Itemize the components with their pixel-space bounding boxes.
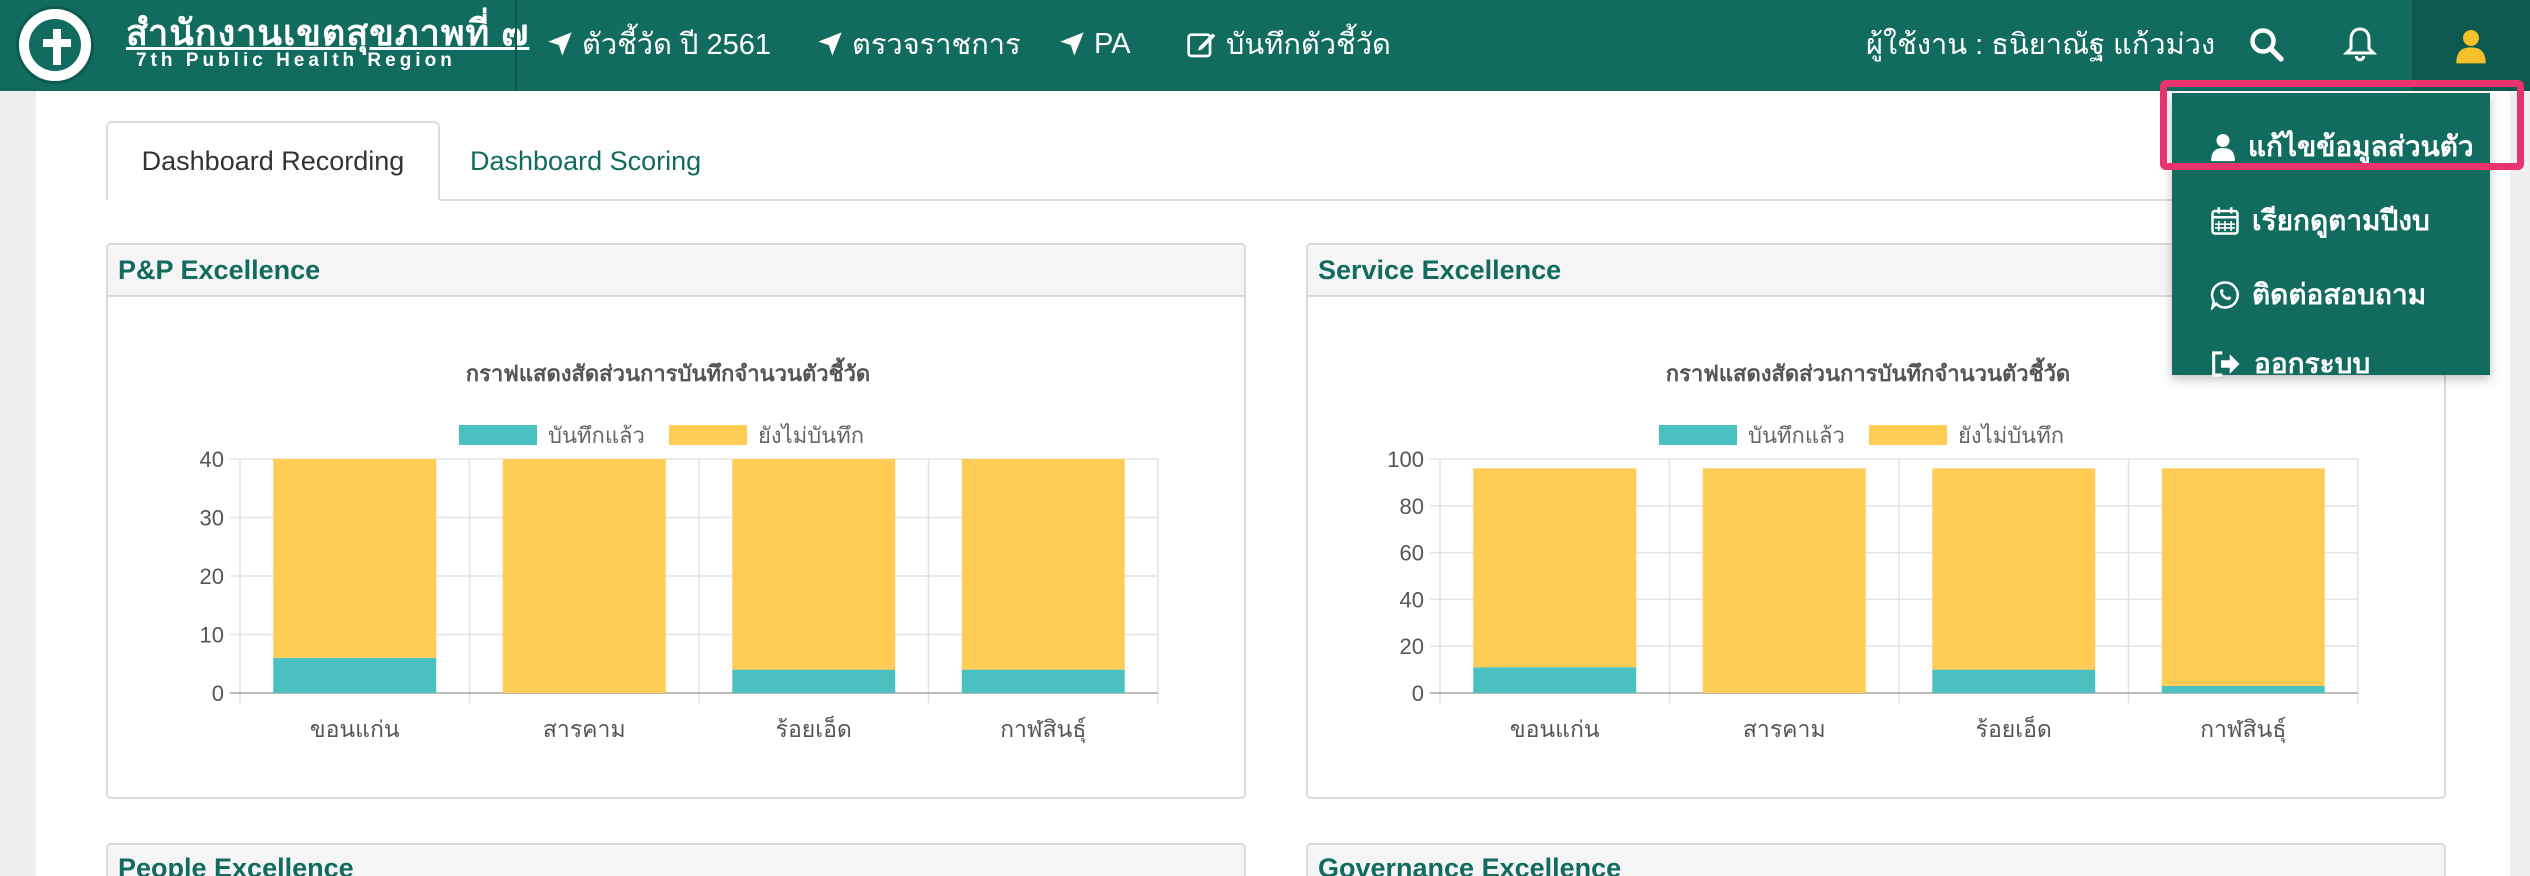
y-tick-label: 0 [1412,681,1424,706]
search-icon [2250,28,2284,62]
bar-segment[interactable] [2161,468,2325,686]
bar-segment[interactable] [502,459,666,693]
y-tick-label: 0 [212,681,224,706]
x-tick-label: สารคาม [543,716,626,742]
legend-swatch[interactable] [1867,423,1949,447]
menu-item-contact[interactable]: ติดต่อสอบถาม [2172,265,2490,325]
x-tick-label: กาฬสินธุ์ [1000,716,1086,743]
bar-segment[interactable] [2161,685,2325,693]
pp-recording-chart: กราฟแสดงสัดส่วนการบันทึกจำนวนตัวชี้วัดบั… [200,357,1159,743]
current-user-label: ผู้ใช้งาน : ธนิยาณัฐ แก้วม่วง [1866,29,2216,61]
y-tick-label: 100 [1387,447,1424,472]
brand-logo[interactable]: สำนักงานเขตสุขภาพที่ ๗ 7th Public Health… [0,0,528,91]
governance-excellence-panel: Governance Excellence [1306,843,2446,876]
bar-segment[interactable] [1473,468,1637,668]
top-navbar: สำนักงานเขตสุขภาพที่ ๗ 7th Public Health… [0,0,2530,91]
nav-item-label: ตัวชี้วัด ปี 2561 [582,29,771,61]
bar-segment[interactable] [1932,669,2096,693]
y-tick-label: 30 [200,506,224,531]
nav-item-indicators[interactable]: ตัวชี้วัด ปี 2561 [546,22,771,66]
y-tick-label: 60 [1400,541,1424,566]
user-menu-button[interactable] [2412,0,2530,91]
menu-item-browse-by-fiscal-year[interactable]: เรียกดูตามปีงบ [2172,191,2490,251]
tab-dashboard-scoring[interactable]: Dashboard Scoring [470,121,701,201]
x-tick-label: ขอนแก่น [310,716,400,742]
legend-label[interactable]: ยังไม่บันทึก [758,423,864,448]
nav-item-pa[interactable]: PA [1058,22,1131,66]
bar-segment[interactable] [1932,468,2096,670]
bar-segment[interactable] [732,669,896,693]
x-tick-label: ร้อยเอ็ด [776,714,852,742]
menu-item-label: ติดต่อสอบถาม [2252,279,2427,310]
user-icon [2456,29,2486,63]
y-tick-label: 40 [1400,587,1424,612]
y-tick-label: 40 [200,447,224,472]
ministry-seal-icon [16,6,94,84]
nav-item-label: ตรวจราชการ [852,29,1021,61]
x-tick-label: สารคาม [1743,716,1826,742]
menu-item-logout[interactable]: ออกระบบ [2172,339,2490,389]
notifications-button[interactable] [2330,14,2390,74]
legend-label[interactable]: บันทึกแล้ว [1748,423,1845,448]
legend-swatch[interactable] [667,423,749,447]
whatsapp-icon [2210,281,2239,310]
main-content: Dashboard Recording Dashboard Scoring P&… [36,91,2510,876]
bar-segment[interactable] [1473,667,1637,693]
pp-excellence-panel: P&P Excellence กราฟแสดงสัดส่วนการบันทึกจ… [106,243,1246,799]
nav-item-inspection[interactable]: ตรวจราชการ [816,22,1021,66]
location-arrow-icon [1060,32,1084,56]
y-tick-label: 20 [200,564,224,589]
nav-item-label: PA [1094,27,1131,60]
bar-segment[interactable] [1702,468,1866,693]
y-tick-label: 80 [1400,494,1424,519]
menu-item-edit-profile[interactable]: แก้ไขข้อมูลส่วนตัว [2172,117,2490,177]
bar-segment[interactable] [961,669,1125,693]
legend-label[interactable]: บันทึกแล้ว [548,423,645,448]
nav-divider [515,0,517,91]
pp-chart-area: กราฟแสดงสัดส่วนการบันทึกจำนวนตัวชี้วัดบั… [108,297,1244,797]
legend-swatch[interactable] [1657,423,1739,447]
panel-title: People Excellence [108,845,1244,876]
bar-segment[interactable] [273,657,437,693]
x-tick-label: ร้อยเอ็ด [1976,714,2052,742]
edit-icon [1187,33,1216,58]
nav-item-record-indicator[interactable]: บันทึกตัวชี้วัด [1186,22,1391,66]
y-tick-label: 20 [1400,634,1424,659]
user-icon [2211,134,2235,162]
location-arrow-icon [548,32,572,56]
x-tick-label: ขอนแก่น [1510,716,1600,742]
bar-segment[interactable] [732,459,896,670]
menu-item-label: ออกระบบ [2254,348,2371,379]
brand-subtitle: 7th Public Health Region [136,50,456,71]
chart-title: กราฟแสดงสัดส่วนการบันทึกจำนวนตัวชี้วัด [1666,357,2070,386]
menu-item-label: เรียกดูตามปีงบ [2252,205,2430,236]
panel-title: P&P Excellence [108,245,1244,297]
tab-dashboard-recording[interactable]: Dashboard Recording [106,121,440,201]
chart-title: กราฟแสดงสัดส่วนการบันทึกจำนวนตัวชี้วัด [466,357,870,386]
dashboard-tabs: Dashboard Recording Dashboard Scoring [106,121,2446,201]
search-button[interactable] [2236,14,2296,74]
menu-item-label: แก้ไขข้อมูลส่วนตัว [2248,131,2474,162]
y-tick-label: 10 [200,623,224,648]
x-tick-label: กาฬสินธุ์ [2200,716,2286,743]
user-dropdown-menu: แก้ไขข้อมูลส่วนตัว เรียกดูตามปีงบ ติดต่อ… [2172,93,2490,379]
legend-swatch[interactable] [457,423,539,447]
bar-segment[interactable] [961,459,1125,670]
sign-out-icon [2212,351,2240,377]
legend-label[interactable]: ยังไม่บันทึก [1958,423,2064,448]
calendar-icon [2211,207,2239,235]
bar-segment[interactable] [273,459,437,658]
panel-title: Governance Excellence [1308,845,2444,876]
bell-icon [2342,27,2378,62]
people-excellence-panel: People Excellence [106,843,1246,876]
nav-item-label: บันทึกตัวชี้วัด [1226,29,1391,61]
location-arrow-icon [818,32,842,56]
